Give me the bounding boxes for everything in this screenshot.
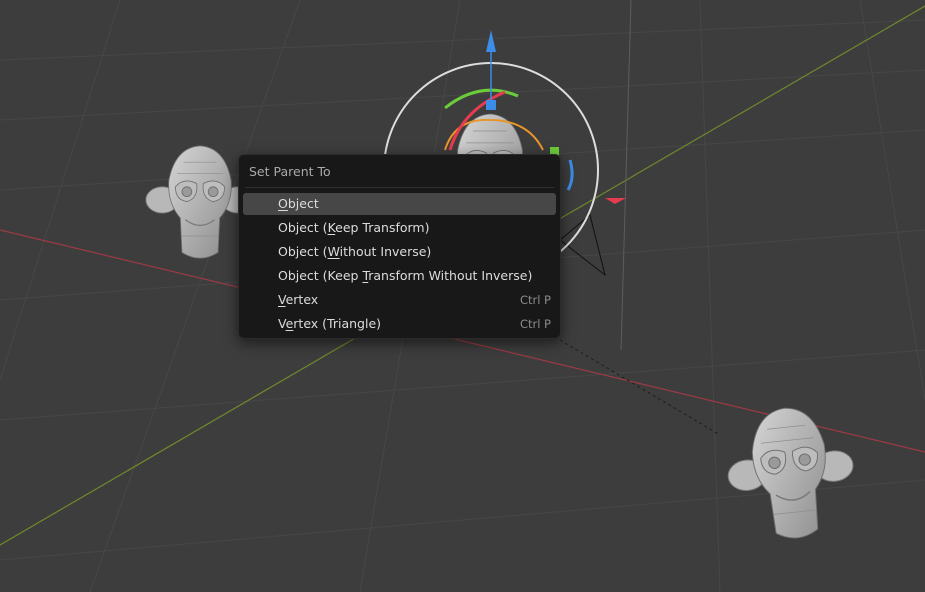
menu-item-label: Object (Without Inverse)	[278, 244, 432, 259]
z-axis-line	[620, 0, 632, 351]
menu-item-shortcut: Ctrl P	[519, 317, 551, 331]
x-arrow-handle	[605, 198, 626, 204]
menu-item-object[interactable]: Object	[243, 193, 556, 215]
monkey-right[interactable]	[720, 401, 861, 546]
menu-separator	[245, 187, 554, 188]
parent-relationship-line	[559, 339, 721, 436]
menu-item-label: Object	[278, 196, 319, 211]
z-arrow-handle	[486, 30, 496, 52]
menu-item-object-keep-transform[interactable]: Object (Keep Transform)	[243, 217, 556, 239]
menu-item-vertex-triangle[interactable]: Vertex (Triangle) Ctrl P	[243, 313, 556, 335]
set-parent-menu: Set Parent To Object Object (Keep Transf…	[238, 154, 561, 339]
menu-item-object-without-inverse[interactable]: Object (Without Inverse)	[243, 241, 556, 263]
menu-item-shortcut: Ctrl P	[519, 293, 551, 307]
menu-item-label: Object (Keep Transform Without Inverse)	[278, 268, 533, 283]
menu-title: Set Parent To	[249, 164, 331, 179]
menu-item-label: Object (Keep Transform)	[278, 220, 430, 235]
menu-item-label: Vertex	[278, 292, 319, 307]
menu-item-object-keep-transform-without-inverse[interactable]: Object (Keep Transform Without Inverse)	[243, 265, 556, 287]
menu-item-vertex[interactable]: Vertex Ctrl P	[243, 289, 556, 311]
menu-item-label: Vertex (Triangle)	[278, 316, 382, 331]
